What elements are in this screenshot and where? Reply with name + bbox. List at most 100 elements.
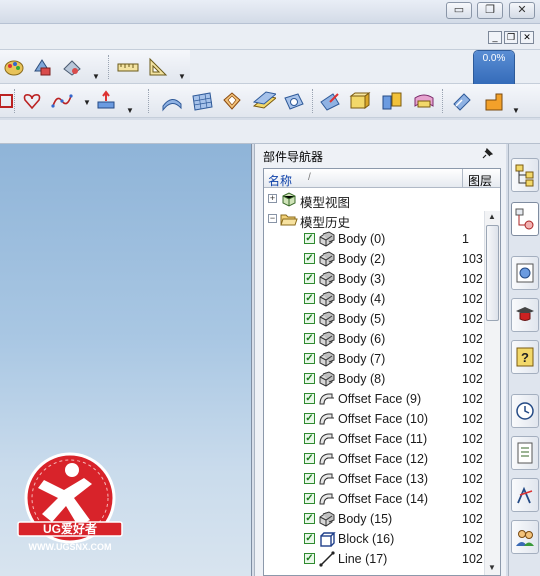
- split-body-icon[interactable]: [380, 89, 404, 113]
- part-navigator-tab[interactable]: [511, 202, 539, 236]
- scroll-up-arrow-icon[interactable]: ▲: [488, 212, 496, 221]
- visibility-checkbox[interactable]: ✓: [304, 413, 315, 424]
- tree-feature-row[interactable]: ✓ Body (5) 102: [264, 309, 490, 329]
- bridge-surface-icon[interactable]: [412, 89, 436, 113]
- visibility-checkbox[interactable]: ✓: [304, 293, 315, 304]
- visibility-checkbox[interactable]: ✓: [304, 493, 315, 504]
- trimmed-sheet-icon[interactable]: [282, 89, 306, 113]
- measure-distance-icon[interactable]: [116, 55, 140, 79]
- feature-label: Body (15): [338, 512, 393, 526]
- panel-title: 部件导航器: [263, 150, 324, 164]
- body-icon: [318, 271, 336, 287]
- navigator-tree[interactable]: 名称 / 图层 + 模型视图 − 模型历史 ✓ Body (0) 1 ✓ Body (2…: [263, 168, 501, 576]
- visibility-checkbox[interactable]: ✓: [304, 533, 315, 544]
- display-object-icon[interactable]: [30, 55, 54, 79]
- toolbar-separator: [442, 89, 444, 113]
- sheet-rotate-icon[interactable]: [450, 89, 474, 113]
- collapse-icon[interactable]: −: [268, 214, 277, 223]
- tree-feature-row[interactable]: ✓ Body (4) 102: [264, 289, 490, 309]
- measure-angle-icon[interactable]: [146, 55, 170, 79]
- body-icon: [318, 331, 336, 347]
- visibility-checkbox[interactable]: ✓: [304, 513, 315, 524]
- feature-label: Body (7): [338, 352, 386, 366]
- feature-layer: 102: [462, 552, 483, 566]
- palette-icon[interactable]: [2, 55, 26, 79]
- heart-curve-icon[interactable]: [20, 89, 44, 113]
- feature-label: Body (4): [338, 292, 386, 306]
- column-divider[interactable]: [462, 169, 463, 188]
- tree-feature-row[interactable]: ✓ Offset Face (9) 102: [264, 389, 490, 409]
- tree-feature-row[interactable]: ✓ Body (0) 1: [264, 229, 490, 249]
- visibility-checkbox[interactable]: ✓: [304, 433, 315, 444]
- toolbar-separator: [14, 89, 16, 113]
- assembly-navigator-tab[interactable]: [511, 158, 539, 192]
- chevron-down-icon[interactable]: ▼: [92, 72, 100, 81]
- reuse-library-tab[interactable]: [511, 436, 539, 470]
- web-browser-tab[interactable]: [511, 256, 539, 290]
- logo-url-text: WWW.UGSNX.COM: [29, 542, 112, 552]
- body-icon: [318, 231, 336, 247]
- process-studio-tab[interactable]: [511, 478, 539, 512]
- spline-icon[interactable]: [50, 89, 74, 113]
- tree-feature-row[interactable]: ✓ Offset Face (11) 102: [264, 429, 490, 449]
- tree-group-model-history[interactable]: − 模型历史: [264, 209, 490, 230]
- tree-feature-row[interactable]: ✓ Body (2) 103: [264, 249, 490, 269]
- column-name-header[interactable]: 名称: [268, 172, 292, 189]
- scrollbar-thumb[interactable]: [486, 225, 499, 321]
- visibility-checkbox[interactable]: ✓: [304, 313, 315, 324]
- chevron-down-icon[interactable]: ▼: [512, 106, 520, 115]
- mdi-close-button[interactable]: ✕: [520, 31, 534, 44]
- vertical-scrollbar[interactable]: ▲ ▼: [484, 211, 500, 575]
- model-views-icon: [280, 191, 298, 207]
- mdi-minimize-button[interactable]: _: [488, 31, 502, 44]
- tree-feature-row[interactable]: ✓ Body (7) 102: [264, 349, 490, 369]
- visibility-checkbox[interactable]: ✓: [304, 473, 315, 484]
- tree-feature-row[interactable]: ✓ Offset Face (12) 102: [264, 449, 490, 469]
- visibility-checkbox[interactable]: ✓: [304, 253, 315, 264]
- visibility-checkbox[interactable]: ✓: [304, 233, 315, 244]
- expand-icon[interactable]: +: [268, 194, 277, 203]
- visibility-checkbox[interactable]: ✓: [304, 373, 315, 384]
- through-curves-icon[interactable]: [160, 89, 184, 113]
- visibility-checkbox[interactable]: ✓: [304, 393, 315, 404]
- chevron-down-icon[interactable]: ▼: [83, 98, 91, 107]
- visibility-checkbox[interactable]: ✓: [304, 333, 315, 344]
- pin-icon[interactable]: [481, 147, 494, 163]
- feature-layer: 102: [462, 272, 483, 286]
- tree-feature-row[interactable]: ✓ Offset Face (10) 102: [264, 409, 490, 429]
- column-layer-header[interactable]: 图层: [468, 172, 492, 189]
- help-tab[interactable]: ?: [511, 340, 539, 374]
- thicken-icon[interactable]: [348, 89, 372, 113]
- pattern-face-icon[interactable]: [482, 89, 506, 113]
- tree-feature-row[interactable]: ✓ Body (8) 102: [264, 369, 490, 389]
- scroll-down-arrow-icon[interactable]: ▼: [488, 563, 496, 572]
- tree-group-model-views[interactable]: + 模型视图: [264, 189, 490, 210]
- extrude-icon[interactable]: [94, 89, 118, 113]
- close-window-button[interactable]: ✕: [509, 2, 535, 19]
- offset-surface-icon[interactable]: [252, 89, 276, 113]
- tree-feature-row[interactable]: ✓ Body (15) 102: [264, 509, 490, 529]
- tree-feature-row[interactable]: ✓ Offset Face (14) 102: [264, 489, 490, 509]
- history-tab[interactable]: [511, 394, 539, 428]
- visibility-checkbox[interactable]: ✓: [304, 353, 315, 364]
- minimize-window-button[interactable]: ▭: [446, 2, 472, 19]
- tree-feature-row[interactable]: ✓ Block (16) 102: [264, 529, 490, 549]
- chevron-down-icon[interactable]: ▼: [178, 72, 186, 81]
- chevron-down-icon[interactable]: ▼: [126, 106, 134, 115]
- swept-surface-icon[interactable]: [220, 89, 244, 113]
- mesh-surface-icon[interactable]: [190, 89, 214, 113]
- visibility-checkbox[interactable]: ✓: [304, 273, 315, 284]
- mdi-restore-button[interactable]: ❐: [504, 31, 518, 44]
- visibility-checkbox[interactable]: ✓: [304, 453, 315, 464]
- roles-tab[interactable]: [511, 520, 539, 554]
- body-icon: [318, 351, 336, 367]
- tree-feature-row[interactable]: ✓ Line (17) 102: [264, 549, 490, 569]
- training-tab[interactable]: [511, 298, 539, 332]
- visibility-checkbox[interactable]: ✓: [304, 553, 315, 564]
- tree-feature-row[interactable]: ✓ Body (3) 102: [264, 269, 490, 289]
- hide-object-icon[interactable]: [60, 55, 84, 79]
- tree-feature-row[interactable]: ✓ Body (6) 102: [264, 329, 490, 349]
- tree-feature-row[interactable]: ✓ Offset Face (13) 102: [264, 469, 490, 489]
- edit-surface-icon[interactable]: [318, 89, 342, 113]
- restore-window-button[interactable]: ❐: [477, 2, 503, 19]
